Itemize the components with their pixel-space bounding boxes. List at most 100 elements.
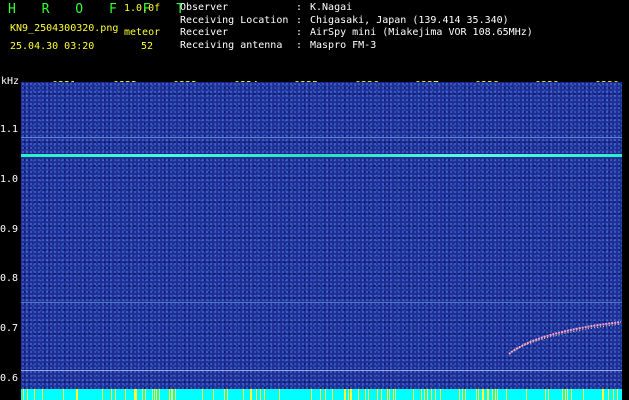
activity-tick [377,389,378,400]
activity-tick [348,389,349,400]
activity-tick [497,389,498,400]
activity-tick [145,389,146,400]
info-key: Receiving Location [180,14,289,26]
activity-tick [478,389,479,400]
activity-tick [548,389,549,400]
time-activity-bar [21,389,622,400]
activity-tick [325,389,326,400]
activity-tick [603,389,604,400]
activity-tick [213,389,214,400]
info-key: Observer [180,2,229,13]
activity-tick [279,389,280,400]
activity-tick [175,389,176,400]
frequency-unit-label: kHz [1,76,20,87]
activity-tick [571,389,572,400]
activity-tick [136,389,137,400]
activity-tick [459,389,460,400]
info-value: K.Nagai [310,2,353,13]
activity-tick [427,389,428,400]
activity-tick [172,389,173,400]
activity-tick [260,389,261,400]
activity-tick [526,389,527,400]
activity-tick [465,389,466,400]
activity-tick [142,389,143,400]
activity-tick [562,389,563,400]
freq-tick-label: 0.6 [0,373,19,384]
activity-tick [351,389,352,400]
activity-tick [617,389,618,400]
info-key: Receiver [180,27,229,38]
activity-tick [202,389,203,400]
activity-tick [358,389,359,400]
activity-tick [256,389,257,400]
activity-tick [251,389,252,400]
activity-tick [365,389,366,400]
image-filename: KN9_2504300320.png [10,23,119,34]
activity-tick [413,389,414,400]
info-value: AirSpy mini (Miakejima VOR 108.65MHz) [310,27,533,38]
activity-tick [440,389,441,400]
freq-tick-label: 0.9 [0,224,19,235]
activity-tick [34,389,35,400]
meteor-count: 52 [141,41,154,52]
activity-tick [506,389,507,400]
activity-tick [154,389,155,400]
activity-tick [613,389,614,400]
info-value: Chigasaki, Japan (139.414 35.340) [310,14,509,26]
freq-tick-label: 1.0 [0,174,19,185]
spectrogram-waterfall [21,82,622,389]
info-key: Receiving antenna [180,39,283,51]
activity-tick [243,389,244,400]
activity-tick [23,389,24,400]
activity-tick [421,389,422,400]
activity-tick [483,389,484,400]
activity-tick [435,389,436,400]
activity-tick [125,389,126,400]
activity-tick [545,389,546,400]
activity-tick [332,389,333,400]
activity-tick [387,389,388,400]
activity-tick [389,389,390,400]
activity-tick [381,389,382,400]
activity-tick [102,389,103,400]
observation-info: Observer: K.Nagai Receiving Location: Chig… [180,2,533,52]
activity-tick [567,389,568,400]
activity-tick [264,389,265,400]
activity-tick [156,389,157,400]
freq-tick-label: 1.1 [0,124,19,135]
activity-tick [488,389,489,400]
activity-tick [224,389,225,400]
activity-tick [462,389,463,400]
activity-tick [227,389,228,400]
activity-tick [159,389,160,400]
activity-tick [320,389,321,400]
activity-tick [311,389,312,400]
activity-tick [77,389,78,400]
activity-tick [152,389,153,400]
info-row-observer: Observer: K.Nagai [180,2,353,13]
activity-tick [115,389,116,400]
info-value: Maspro FM-3 [310,39,377,51]
capture-datetime: 25.04.30 03:20 [10,41,95,52]
activity-tick [42,389,43,400]
activity-tick [583,389,584,400]
activity-tick [495,389,496,400]
activity-tick [111,389,112,400]
info-row-receiver: Receiver: AirSpy mini (Miakejima VOR 108.… [180,27,533,38]
meteor-trail [508,321,622,355]
activity-tick [393,389,394,400]
freq-tick-label: 0.7 [0,323,19,334]
header: H R O F F T 1.0.0f KN9_2504300320.png me… [0,0,629,76]
activity-tick [169,389,170,400]
activity-tick [345,389,346,400]
activity-tick [27,389,28,400]
activity-tick [492,389,493,400]
meteor-label: meteor [124,27,161,38]
activity-tick [395,389,396,400]
app-version: 1.0.0f [124,3,161,14]
freq-tick-label: 0.8 [0,273,19,284]
activity-tick [565,389,566,400]
activity-tick [63,389,64,400]
activity-tick [431,389,432,400]
info-row-antenna: Receiving antenna: Maspro FM-3 [180,39,377,51]
